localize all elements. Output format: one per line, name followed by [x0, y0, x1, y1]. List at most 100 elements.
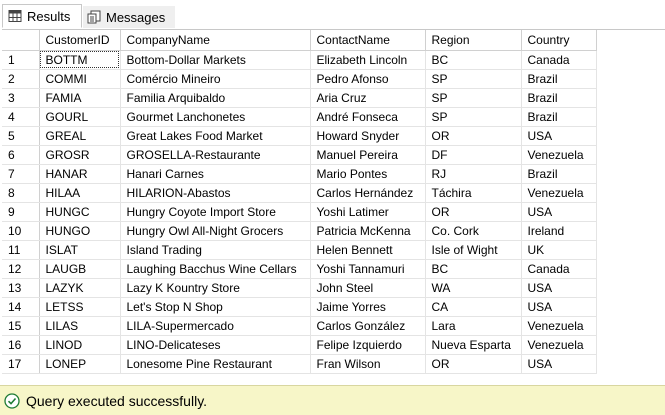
- row-number[interactable]: 11: [2, 240, 40, 260]
- cell-customerid[interactable]: BOTTM: [39, 50, 121, 70]
- column-header-country[interactable]: Country: [521, 30, 597, 51]
- cell-contactname[interactable]: Pedro Afonso: [310, 69, 426, 89]
- cell-contactname[interactable]: Carlos González: [310, 316, 426, 336]
- cell-country[interactable]: USA: [521, 297, 597, 317]
- table-row[interactable]: 10 HUNGO Hungry Owl All-Night Grocers Patri…: [2, 221, 597, 241]
- cell-contactname[interactable]: John Steel: [310, 278, 426, 298]
- cell-country[interactable]: Venezuela: [521, 145, 597, 165]
- table-row[interactable]: 17 LONEP Lonesome Pine Restaurant Fran Wils…: [2, 354, 597, 374]
- row-number[interactable]: 7: [2, 164, 40, 184]
- cell-companyname[interactable]: LINO-Delicateses: [120, 335, 311, 355]
- column-header-customerid[interactable]: CustomerID: [39, 30, 121, 51]
- table-row[interactable]: 15 LILAS LILA-Supermercado Carlos González L…: [2, 316, 597, 336]
- cell-companyname[interactable]: Lazy K Kountry Store: [120, 278, 311, 298]
- row-number[interactable]: 6: [2, 145, 40, 165]
- cell-companyname[interactable]: Lonesome Pine Restaurant: [120, 354, 311, 374]
- cell-companyname[interactable]: GROSELLA-Restaurante: [120, 145, 311, 165]
- cell-region[interactable]: RJ: [425, 164, 522, 184]
- cell-customerid[interactable]: ISLAT: [39, 240, 121, 260]
- cell-region[interactable]: OR: [425, 202, 522, 222]
- cell-country[interactable]: Brazil: [521, 107, 597, 127]
- cell-companyname[interactable]: Laughing Bacchus Wine Cellars: [120, 259, 311, 279]
- row-number[interactable]: 1: [2, 50, 40, 70]
- cell-companyname[interactable]: Hungry Owl All-Night Grocers: [120, 221, 311, 241]
- table-row[interactable]: 11 ISLAT Island Trading Helen Bennett Isle o…: [2, 240, 597, 260]
- cell-region[interactable]: WA: [425, 278, 522, 298]
- cell-country[interactable]: Brazil: [521, 69, 597, 89]
- cell-country[interactable]: USA: [521, 278, 597, 298]
- table-row[interactable]: 8 HILAA HILARION-Abastos Carlos Hernández Tá…: [2, 183, 597, 203]
- tab-messages[interactable]: Messages: [83, 6, 175, 28]
- cell-country[interactable]: Venezuela: [521, 316, 597, 336]
- tab-results[interactable]: Results: [2, 4, 82, 28]
- column-header-region[interactable]: Region: [425, 30, 522, 51]
- cell-contactname[interactable]: Patricia McKenna: [310, 221, 426, 241]
- row-number[interactable]: 8: [2, 183, 40, 203]
- table-row[interactable]: 2 COMMI Comércio Mineiro Pedro Afonso SP Braz…: [2, 69, 597, 89]
- cell-region[interactable]: Táchira: [425, 183, 522, 203]
- cell-contactname[interactable]: Carlos Hernández: [310, 183, 426, 203]
- row-number[interactable]: 16: [2, 335, 40, 355]
- cell-customerid[interactable]: LONEP: [39, 354, 121, 374]
- row-number[interactable]: 4: [2, 107, 40, 127]
- cell-region[interactable]: OR: [425, 354, 522, 374]
- cell-country[interactable]: Brazil: [521, 164, 597, 184]
- row-number[interactable]: 17: [2, 354, 40, 374]
- cell-country[interactable]: Brazil: [521, 88, 597, 108]
- cell-country[interactable]: UK: [521, 240, 597, 260]
- cell-country[interactable]: Venezuela: [521, 183, 597, 203]
- cell-companyname[interactable]: Comércio Mineiro: [120, 69, 311, 89]
- row-number[interactable]: 10: [2, 221, 40, 241]
- cell-companyname[interactable]: Familia Arquibaldo: [120, 88, 311, 108]
- cell-companyname[interactable]: HILARION-Abastos: [120, 183, 311, 203]
- cell-region[interactable]: Lara: [425, 316, 522, 336]
- cell-companyname[interactable]: Hanari Carnes: [120, 164, 311, 184]
- cell-customerid[interactable]: GROSR: [39, 145, 121, 165]
- cell-customerid[interactable]: HANAR: [39, 164, 121, 184]
- cell-customerid[interactable]: LINOD: [39, 335, 121, 355]
- cell-companyname[interactable]: Great Lakes Food Market: [120, 126, 311, 146]
- cell-contactname[interactable]: Howard Snyder: [310, 126, 426, 146]
- column-header-companyname[interactable]: CompanyName: [120, 30, 311, 51]
- row-number[interactable]: 13: [2, 278, 40, 298]
- row-number[interactable]: 5: [2, 126, 40, 146]
- table-row[interactable]: 16 LINOD LINO-Delicateses Felipe Izquierdo N…: [2, 335, 597, 355]
- cell-contactname[interactable]: Mario Pontes: [310, 164, 426, 184]
- cell-region[interactable]: OR: [425, 126, 522, 146]
- table-row[interactable]: 9 HUNGC Hungry Coyote Import Store Yoshi La…: [2, 202, 597, 222]
- cell-contactname[interactable]: Manuel Pereira: [310, 145, 426, 165]
- cell-customerid[interactable]: LILAS: [39, 316, 121, 336]
- cell-region[interactable]: CA: [425, 297, 522, 317]
- results-grid[interactable]: CustomerID CompanyName ContactName Regio…: [2, 29, 665, 385]
- table-row[interactable]: 6 GROSR GROSELLA-Restaurante Manuel Pereira…: [2, 145, 597, 165]
- cell-contactname[interactable]: Jaime Yorres: [310, 297, 426, 317]
- cell-region[interactable]: Nueva Esparta: [425, 335, 522, 355]
- cell-region[interactable]: SP: [425, 88, 522, 108]
- cell-customerid[interactable]: LETSS: [39, 297, 121, 317]
- cell-region[interactable]: SP: [425, 69, 522, 89]
- cell-country[interactable]: USA: [521, 202, 597, 222]
- cell-customerid[interactable]: LAUGB: [39, 259, 121, 279]
- cell-contactname[interactable]: Yoshi Tannamuri: [310, 259, 426, 279]
- cell-companyname[interactable]: Island Trading: [120, 240, 311, 260]
- cell-customerid[interactable]: HUNGO: [39, 221, 121, 241]
- cell-customerid[interactable]: GREAL: [39, 126, 121, 146]
- row-number[interactable]: 3: [2, 88, 40, 108]
- cell-companyname[interactable]: Gourmet Lanchonetes: [120, 107, 311, 127]
- column-header-contactname[interactable]: ContactName: [310, 30, 426, 51]
- row-number[interactable]: 15: [2, 316, 40, 336]
- cell-customerid[interactable]: GOURL: [39, 107, 121, 127]
- cell-region[interactable]: Isle of Wight: [425, 240, 522, 260]
- cell-contactname[interactable]: Felipe Izquierdo: [310, 335, 426, 355]
- cell-region[interactable]: Co. Cork: [425, 221, 522, 241]
- cell-country[interactable]: USA: [521, 126, 597, 146]
- row-number[interactable]: 2: [2, 69, 40, 89]
- cell-companyname[interactable]: LILA-Supermercado: [120, 316, 311, 336]
- cell-customerid[interactable]: HILAA: [39, 183, 121, 203]
- table-row[interactable]: 4 GOURL Gourmet Lanchonetes André Fonseca SP…: [2, 107, 597, 127]
- cell-region[interactable]: BC: [425, 50, 522, 70]
- cell-contactname[interactable]: Elizabeth Lincoln: [310, 50, 426, 70]
- cell-customerid[interactable]: HUNGC: [39, 202, 121, 222]
- cell-contactname[interactable]: Yoshi Latimer: [310, 202, 426, 222]
- cell-contactname[interactable]: André Fonseca: [310, 107, 426, 127]
